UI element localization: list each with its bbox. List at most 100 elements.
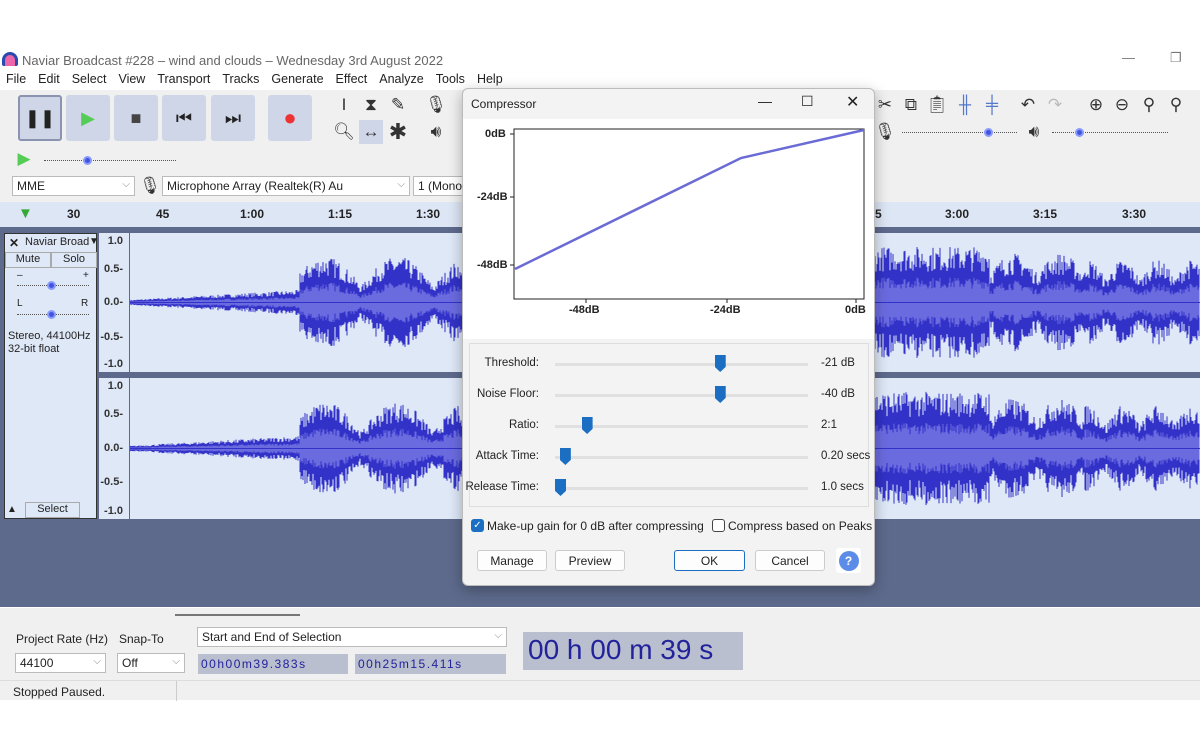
recording-volume-knob[interactable] <box>984 128 993 137</box>
graph-x-label: -24dB <box>710 304 741 316</box>
makeup-gain-checkbox[interactable]: ✓ <box>471 519 484 532</box>
zoom-tool-icon[interactable]: 🔍︎ <box>332 120 356 144</box>
record-button[interactable]: ● <box>268 95 312 141</box>
collapse-track-icon[interactable]: ▲ <box>7 504 17 515</box>
pause-button[interactable]: ❚❚ <box>18 95 62 141</box>
zoom-out-icon[interactable]: ⊖ <box>1110 93 1134 117</box>
menu-analyze[interactable]: Analyze <box>373 72 429 90</box>
menu-tracks[interactable]: Tracks <box>216 72 265 90</box>
redo-icon[interactable]: ↷ <box>1043 93 1067 117</box>
solo-button[interactable]: Solo <box>51 252 97 268</box>
menu-generate[interactable]: Generate <box>265 72 329 90</box>
scale-label: -0.5- <box>100 331 123 343</box>
play-at-speed-icon[interactable]: ▶ <box>12 147 36 171</box>
fit-selection-icon[interactable]: ⚲ <box>1137 93 1161 117</box>
param-label: Release Time: <box>465 481 539 493</box>
param-slider[interactable] <box>555 425 808 428</box>
input-device-select[interactable]: Microphone Array (Realtek(R) Au ⌵ <box>162 176 410 196</box>
graph-y-label: -48dB <box>477 259 508 271</box>
gain-knob[interactable] <box>47 281 56 290</box>
manage-button[interactable]: Manage <box>477 550 547 571</box>
timeshift-tool-icon[interactable]: ↔ <box>359 120 383 144</box>
selection-end-time[interactable]: 00h25m15.411s <box>355 654 506 674</box>
playback-volume-knob[interactable] <box>1075 128 1084 137</box>
undo-icon[interactable]: ↶ <box>1016 93 1040 117</box>
mute-button[interactable]: Mute <box>5 252 51 268</box>
copy-icon[interactable]: ⧉ <box>899 93 923 117</box>
speaker-icon[interactable]: 🔊︎ <box>424 120 448 144</box>
selection-mode-select[interactable]: Start and End of Selection ⌵ <box>197 627 507 647</box>
track-menu-arrow-icon[interactable]: ▼ <box>89 236 99 247</box>
skip-start-button[interactable]: ⏮ <box>162 95 206 141</box>
audio-host-select[interactable]: MME ⌵ <box>12 176 135 196</box>
param-label: Ratio: <box>508 419 539 431</box>
audio-position-time[interactable]: 00 h 00 m 39 s <box>523 632 743 670</box>
fit-project-icon[interactable]: ⚲ <box>1164 93 1188 117</box>
window-title: Naviar Broadcast #228 – wind and clouds … <box>22 53 444 68</box>
skip-end-button[interactable]: ⏭ <box>211 95 255 141</box>
cut-icon[interactable]: ✂ <box>873 93 897 117</box>
param-value: -40 dB <box>821 388 855 400</box>
ok-button[interactable]: OK <box>674 550 745 571</box>
gain-plus-label: + <box>83 270 89 281</box>
select-track-button[interactable]: Select <box>25 502 80 518</box>
menu-effect[interactable]: Effect <box>330 72 374 90</box>
preview-button[interactable]: Preview <box>555 550 625 571</box>
param-value: 1.0 secs <box>821 481 864 493</box>
param-slider[interactable] <box>555 363 808 366</box>
param-slider[interactable] <box>555 487 808 490</box>
ruler-tick: 45 <box>156 207 170 221</box>
multi-tool-icon[interactable]: ✱ <box>386 119 410 144</box>
menu-select[interactable]: Select <box>66 72 113 90</box>
pan-knob[interactable] <box>47 310 56 319</box>
close-track-icon[interactable]: ✕ <box>9 236 19 250</box>
menu-edit[interactable]: Edit <box>32 72 66 90</box>
menu-bar: File Edit Select View Transport Tracks G… <box>0 72 503 90</box>
recording-volume-slider[interactable] <box>902 132 1017 133</box>
menu-tools[interactable]: Tools <box>430 72 471 90</box>
play-head-icon[interactable]: ▼ <box>18 205 33 222</box>
playback-volume-slider[interactable] <box>1052 132 1168 133</box>
envelope-tool-icon[interactable]: ⧗ <box>359 93 383 117</box>
playback-volume-icon: 🔊︎ <box>1028 122 1040 141</box>
zoom-in-icon[interactable]: ⊕ <box>1084 93 1108 117</box>
menu-file[interactable]: File <box>0 72 32 90</box>
project-rate-select[interactable]: 44100 ⌵ <box>15 653 106 673</box>
play-speed-knob[interactable] <box>83 156 92 165</box>
horizontal-scrollbar[interactable] <box>175 614 300 616</box>
param-value: 0.20 secs <box>821 450 871 462</box>
compress-peaks-label: Compress based on Peaks <box>728 519 873 533</box>
channel-1-scale: 1.0 0.5- 0.0- -0.5- -1.0 <box>99 233 129 372</box>
audio-host-value: MME <box>17 179 45 193</box>
silence-icon[interactable]: ╪ <box>980 93 1004 117</box>
selection-start-time[interactable]: 00h00m39.383s <box>198 654 348 674</box>
param-slider[interactable] <box>555 456 808 459</box>
track-control-panel: ✕ Naviar Broad ▼ Mute Solo – + L R Stere… <box>4 233 99 519</box>
track-name-menu[interactable]: Naviar Broad <box>25 236 89 248</box>
cancel-button[interactable]: Cancel <box>755 550 825 571</box>
dialog-maximize-button[interactable]: ☐ <box>801 93 814 110</box>
play-button[interactable]: ▶ <box>66 95 110 141</box>
graph-frame <box>513 128 865 300</box>
snap-to-select[interactable]: Off ⌵ <box>117 653 185 673</box>
restore-button[interactable]: ❐ <box>1170 50 1182 66</box>
project-rate-value: 44100 <box>20 656 54 670</box>
menu-view[interactable]: View <box>112 72 151 90</box>
selection-tool-icon[interactable]: I <box>332 93 356 117</box>
menu-transport[interactable]: Transport <box>151 72 216 90</box>
dialog-minimize-button[interactable]: — <box>758 93 772 109</box>
help-button[interactable]: ? <box>836 548 861 573</box>
trim-icon[interactable]: ╫ <box>953 93 977 117</box>
minimize-button[interactable]: — <box>1122 50 1135 65</box>
pan-right-label: R <box>81 298 89 309</box>
param-slider[interactable] <box>555 394 808 397</box>
scale-label: 0.0- <box>104 296 123 308</box>
play-speed-slider[interactable] <box>44 160 176 161</box>
draw-tool-icon[interactable]: ✎ <box>386 93 410 117</box>
compress-peaks-checkbox[interactable] <box>712 519 725 532</box>
microphone-icon[interactable]: 🎙︎ <box>424 93 448 117</box>
paste-icon[interactable]: 📋︎ <box>925 93 949 117</box>
stop-button[interactable]: ■ <box>114 95 158 141</box>
input-device-value: Microphone Array (Realtek(R) Au <box>167 179 344 193</box>
dialog-close-button[interactable]: ✕ <box>846 92 859 112</box>
